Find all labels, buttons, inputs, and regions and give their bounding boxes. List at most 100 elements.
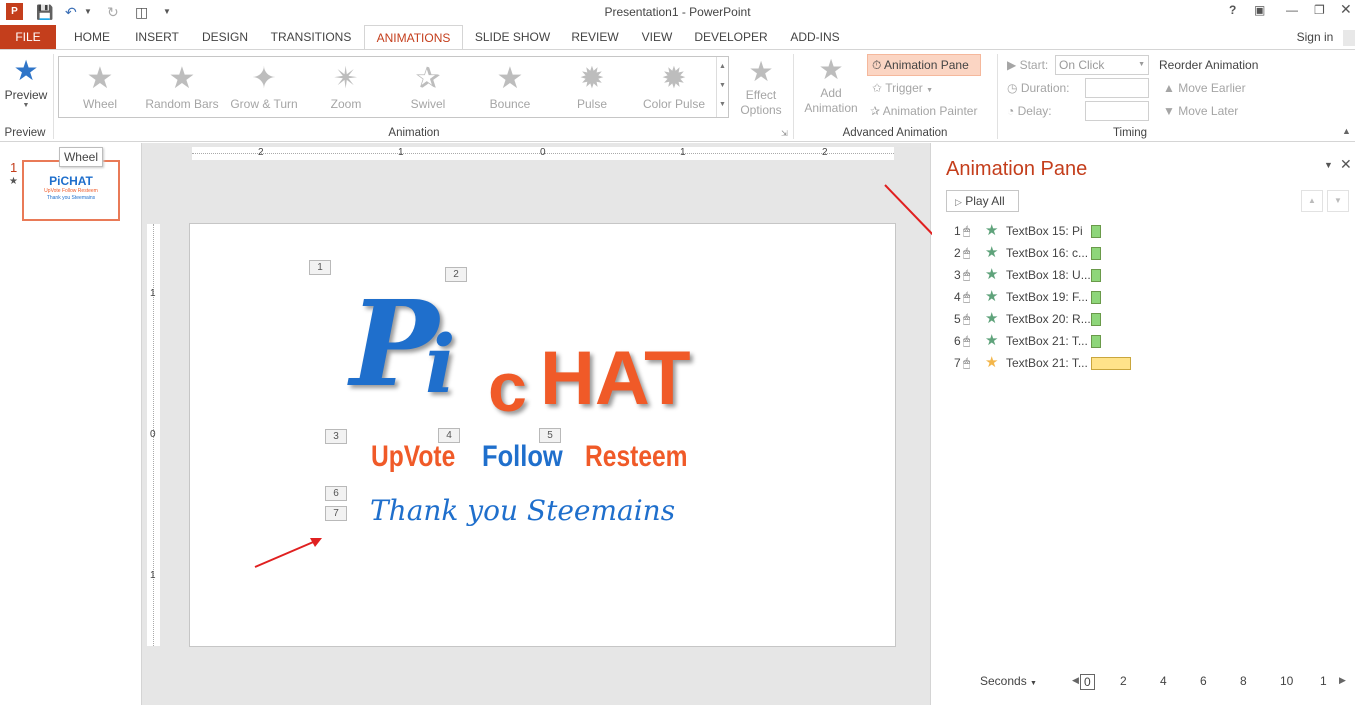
animation-tag[interactable]: 1 xyxy=(309,260,331,275)
animation-tag[interactable]: 7 xyxy=(325,506,347,521)
effect-zoom[interactable]: ✴ Zoom xyxy=(305,57,387,117)
effect-options-button[interactable]: ★ Effect Options xyxy=(734,56,788,118)
delay-label-text: Delay: xyxy=(1017,104,1052,118)
animation-order: 7 xyxy=(954,356,961,370)
thumbnail-thanks: Thank you Steemains xyxy=(46,195,96,201)
animation-list-item[interactable]: 5 🖱 ★ TextBox 20: R... xyxy=(932,308,1232,330)
start-label: ▶ Start: xyxy=(1007,55,1048,75)
effect-label: Zoom xyxy=(330,97,362,111)
delay-spinner[interactable] xyxy=(1085,101,1149,121)
logo-letter-c[interactable]: c xyxy=(488,352,527,422)
tab-insert[interactable]: INSERT xyxy=(128,25,186,49)
tab-file[interactable]: FILE xyxy=(0,25,56,49)
thanks-text[interactable]: Thank you Steemains xyxy=(370,494,675,527)
emphasis-star-icon: ★ xyxy=(985,288,999,305)
animation-order: 4 xyxy=(954,290,961,304)
move-down-button[interactable]: ▼ xyxy=(1327,190,1349,212)
pane-options-icon[interactable]: ▼ xyxy=(1324,160,1333,170)
animation-list-item[interactable]: 6 🖱 ★ TextBox 21: T... xyxy=(932,330,1232,352)
minimize-icon[interactable]: — xyxy=(1286,3,1298,17)
effect-label: Random Bars xyxy=(145,97,219,111)
logo-hat[interactable]: HAT xyxy=(540,336,691,422)
resteem-text[interactable]: Resteem xyxy=(585,440,688,474)
trigger-button[interactable]: ✩ Trigger ▼ xyxy=(872,78,933,98)
tab-transitions[interactable]: TRANSITIONS xyxy=(264,25,358,49)
pane-close-icon[interactable]: ✕ xyxy=(1340,156,1352,173)
timeline-left-icon[interactable]: ◀ xyxy=(1072,675,1079,686)
tab-add-ins[interactable]: ADD-INS xyxy=(782,25,848,49)
effect-bounce[interactable]: ★ Bounce xyxy=(469,57,551,117)
move-earlier-button[interactable]: ▲ Move Earlier xyxy=(1163,78,1246,98)
effect-grow-turn[interactable]: ✦ Grow & Turn xyxy=(223,57,305,117)
account-avatar[interactable] xyxy=(1343,30,1355,46)
tab-home[interactable]: HOME xyxy=(64,25,120,49)
animation-list-item[interactable]: 1 🖱 ★ TextBox 15: Pi xyxy=(932,220,1232,242)
effect-color-pulse[interactable]: ✹ Color Pulse xyxy=(633,57,715,117)
animation-pane-title: Animation Pane xyxy=(946,158,1088,180)
animation-tag[interactable]: 3 xyxy=(325,429,347,444)
duration-spinner[interactable] xyxy=(1085,78,1149,98)
seconds-dropdown[interactable]: Seconds ▼ xyxy=(980,674,1037,688)
timing-bar xyxy=(1091,269,1101,282)
slide-canvas[interactable]: P i c HAT UpVote Follow Resteem Thank yo… xyxy=(189,223,896,647)
animation-list-item[interactable]: 2 🖱 ★ TextBox 16: c... xyxy=(932,242,1232,264)
effect-pulse[interactable]: ✹ Pulse xyxy=(551,57,633,117)
help-button[interactable]: ? xyxy=(1229,3,1236,17)
animation-pane-button[interactable]: ⏱ Animation Pane xyxy=(867,54,981,76)
start-dropdown[interactable]: On Click ▼ xyxy=(1055,55,1149,75)
animation-list-item[interactable]: 4 🖱 ★ TextBox 19: F... xyxy=(932,286,1232,308)
tab-animations[interactable]: ANIMATIONS xyxy=(364,25,463,50)
play-all-label: Play All xyxy=(965,194,1005,208)
effect-label: Swivel xyxy=(410,97,446,111)
animation-tag[interactable]: 2 xyxy=(445,267,467,282)
animation-list-item[interactable]: 7 🖱 ★ TextBox 21: T... xyxy=(932,352,1232,374)
mouse-click-icon: 🖱 xyxy=(963,312,971,326)
close-icon[interactable]: ✕ xyxy=(1340,1,1352,18)
mouse-click-icon: 🖱 xyxy=(963,290,971,304)
effect-options-label-1: Effect xyxy=(745,88,777,102)
effect-random-bars[interactable]: ★ Random Bars xyxy=(141,57,223,117)
move-up-button[interactable]: ▲ xyxy=(1301,190,1323,212)
tab-developer[interactable]: DEVELOPER xyxy=(690,25,772,49)
gallery-scrollbar[interactable]: ▲ ▼ ▼ xyxy=(716,57,728,117)
animation-painter-button[interactable]: ✰ Animation Painter xyxy=(870,101,977,121)
effect-wheel[interactable]: ★ Wheel xyxy=(59,57,141,117)
tab-design[interactable]: DESIGN xyxy=(194,25,256,49)
timeline-tick: 8 xyxy=(1240,674,1247,688)
vertical-ruler: 1 0 1 xyxy=(147,224,160,646)
trigger-label: Trigger xyxy=(885,81,923,95)
timeline-right-icon[interactable]: ▶ xyxy=(1339,675,1346,686)
chevron-down-icon: ▼ xyxy=(22,102,30,109)
ruler-tick: 1 xyxy=(680,147,686,158)
animation-tag[interactable]: 4 xyxy=(438,428,460,443)
sign-in-link[interactable]: Sign in xyxy=(1290,25,1340,49)
effect-swivel[interactable]: ✰ Swivel xyxy=(387,57,469,117)
add-animation-button[interactable]: ★ Add Animation xyxy=(798,54,864,122)
upvote-text[interactable]: UpVote xyxy=(371,440,455,474)
delay-clock-icon: ◔ xyxy=(1007,104,1015,118)
chevron-down-icon: ▼ xyxy=(1030,680,1037,687)
slide-thumbnail[interactable]: PiCHAT UpVote Follow Resteem Thank you S… xyxy=(22,160,120,221)
group-divider xyxy=(997,54,998,139)
tab-review[interactable]: REVIEW xyxy=(565,25,625,49)
tab-slide-show[interactable]: SLIDE SHOW xyxy=(470,25,555,49)
group-divider xyxy=(53,54,54,139)
animation-order: 6 xyxy=(954,334,961,348)
duration-clock-icon: ◷ xyxy=(1007,81,1018,95)
animation-tag[interactable]: 5 xyxy=(539,428,561,443)
ribbon-display-icon[interactable]: ▣ xyxy=(1254,3,1265,17)
play-all-button[interactable]: ▷ Play All xyxy=(946,190,1019,212)
animation-pane-button-label: Animation Pane xyxy=(884,58,969,72)
mouse-click-icon: 🖱 xyxy=(963,334,971,348)
animation-tag[interactable]: 6 xyxy=(325,486,347,501)
tab-view[interactable]: VIEW xyxy=(634,25,680,49)
dialog-launcher-icon[interactable]: ⇲ xyxy=(781,129,788,138)
animation-list-item[interactable]: 3 🖱 ★ TextBox 18: U... xyxy=(932,264,1232,286)
move-later-button[interactable]: ▼ Move Later xyxy=(1163,101,1238,121)
follow-text[interactable]: Follow xyxy=(482,440,563,474)
logo-letter-i[interactable]: i xyxy=(425,324,455,404)
effect-label: Bounce xyxy=(489,97,531,111)
collapse-ribbon-icon[interactable]: ▲ xyxy=(1342,126,1351,136)
restore-icon[interactable]: ❐ xyxy=(1314,3,1325,17)
preview-button[interactable]: ★ Preview ▼ xyxy=(4,54,48,122)
